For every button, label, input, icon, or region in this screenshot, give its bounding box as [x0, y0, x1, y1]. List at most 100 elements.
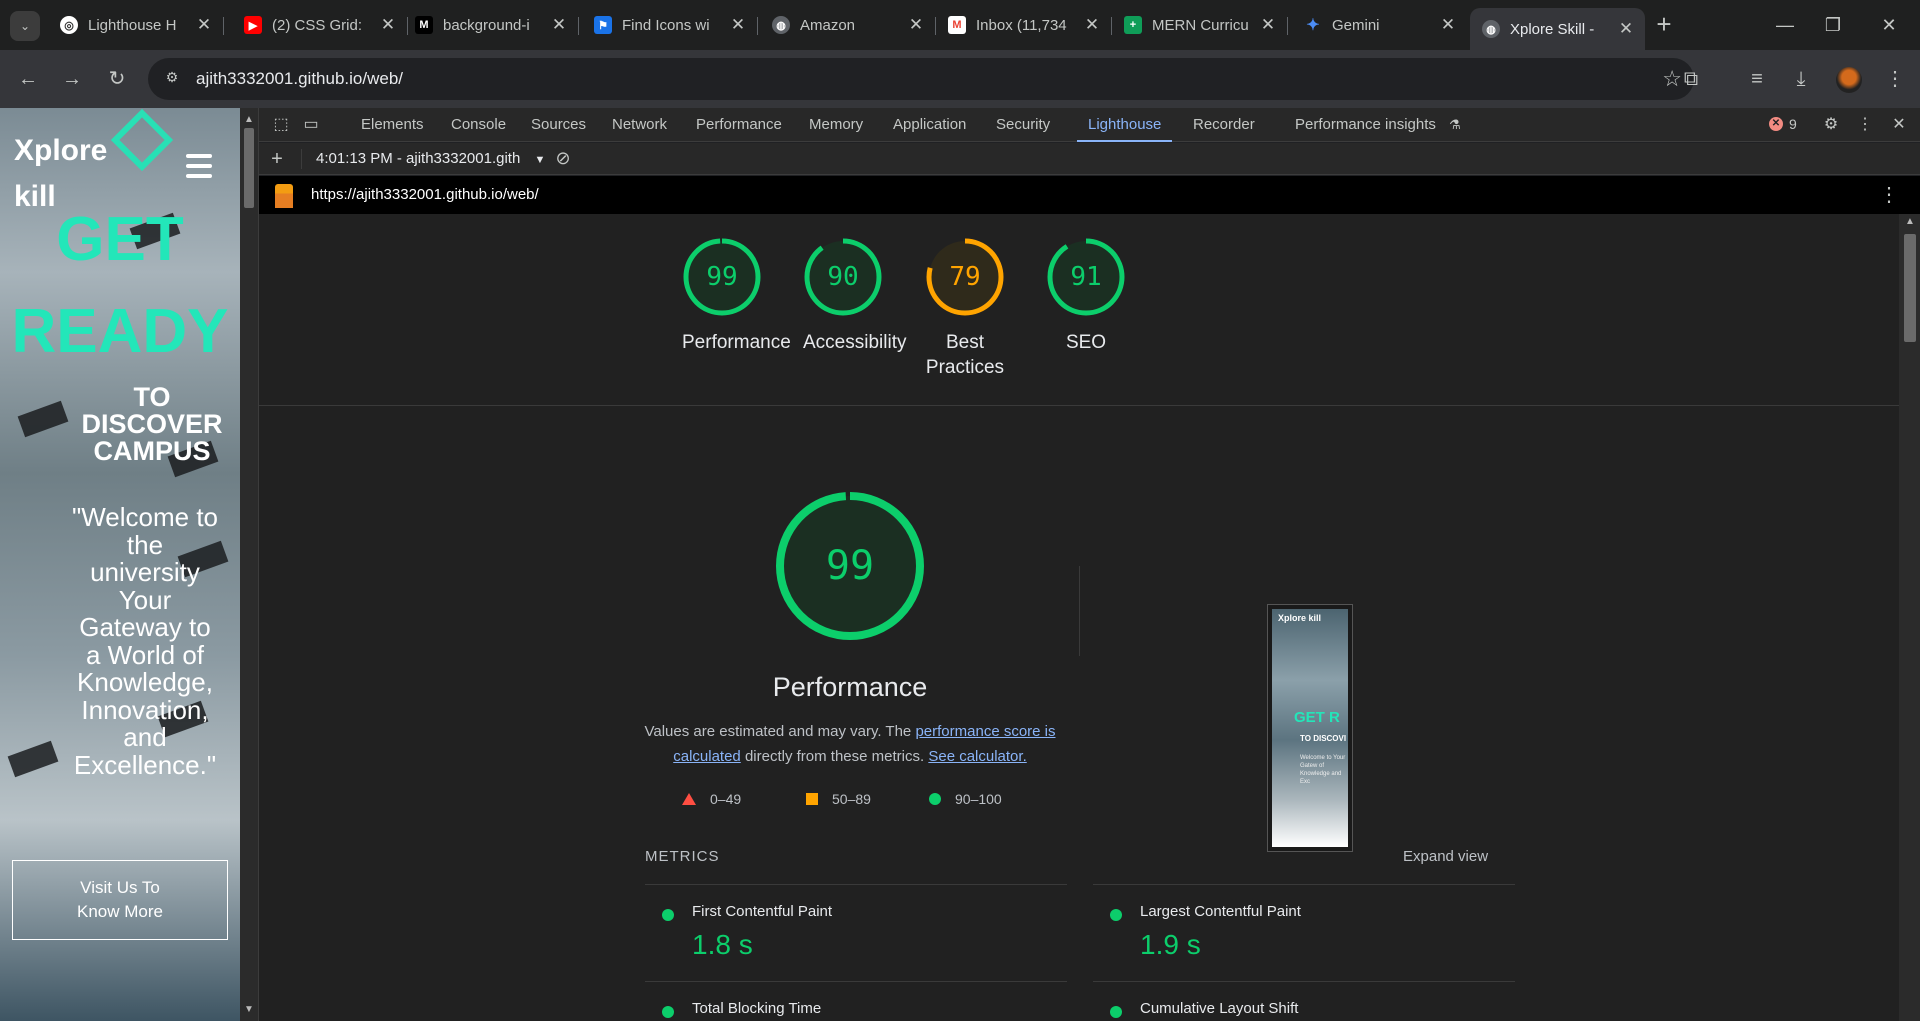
legend-average: 50–89 [806, 791, 871, 807]
report-url[interactable]: https://ajith3332001.github.io/web/ [311, 186, 539, 203]
restore-icon[interactable]: ❐ [1810, 10, 1856, 40]
url-text[interactable]: ajith3332001.github.io/web/ [196, 69, 403, 89]
performance-gauge: 99 [774, 490, 926, 642]
browser-tab[interactable]: ◎ Lighthouse H ✕ [48, 8, 224, 42]
close-icon[interactable]: ✕ [379, 15, 397, 35]
download-icon[interactable]: ⤓ [1786, 64, 1816, 94]
visit-us-button[interactable]: Visit Us To Know More [12, 860, 228, 940]
lighthouse-icon: ◎ [60, 16, 78, 34]
tab-elements[interactable]: Elements [360, 108, 425, 142]
address-bar[interactable]: ⚙ ajith3332001.github.io/web/ ☆ [148, 58, 1694, 100]
browser-tab[interactable]: ▶ (2) CSS Grid: ✕ [232, 8, 408, 42]
tab-performance[interactable]: Performance [695, 108, 783, 142]
tab-security[interactable]: Security [995, 108, 1051, 142]
lighthouse-logo-icon [275, 184, 293, 208]
gauge-ring: 99 [681, 236, 763, 318]
dropdown-arrow-icon: ▼ [534, 154, 546, 166]
new-report-icon[interactable]: + [267, 149, 287, 169]
error-count-badge[interactable]: ✕ 9 [1769, 116, 1797, 132]
error-icon: ✕ [1769, 117, 1783, 131]
new-tab-button[interactable]: + [1651, 11, 1677, 38]
hero-quote: "Welcome to the university Your Gateway … [71, 502, 219, 780]
close-icon[interactable]: ✕ [1083, 15, 1101, 35]
hero-subheading: TO DISCOVER CAMPUS [81, 382, 223, 466]
browser-tab[interactable]: ⚑ Find Icons wi ✕ [582, 8, 758, 42]
sheets-icon: + [1124, 16, 1142, 34]
tab-lighthouse[interactable]: Lighthouse [1077, 108, 1173, 142]
kebab-menu-icon[interactable]: ⋮ [1855, 115, 1875, 135]
back-icon[interactable]: ← [13, 64, 43, 94]
minimize-icon[interactable]: — [1762, 10, 1808, 40]
scroll-down-icon[interactable]: ▼ [244, 1004, 254, 1015]
tab-console[interactable]: Console [450, 108, 507, 142]
gauge-score: 79 [949, 262, 981, 292]
avatar[interactable] [1836, 67, 1862, 93]
close-icon[interactable]: ✕ [195, 15, 213, 35]
final-screenshot-thumbnail[interactable]: Xplore kill GET R TO DISCOVI Welcome to … [1267, 604, 1353, 852]
logo-mark-icon [110, 108, 174, 172]
score-gauge-accessibility[interactable]: 90 Accessibility [783, 236, 907, 355]
see-calculator-link[interactable]: See calculator. [928, 748, 1026, 765]
browser-tab[interactable]: ✦ Gemini ✕ [1292, 8, 1467, 42]
lighthouse-report: 99 Performance 90 Accessibility 79 Best Pract… [259, 214, 1899, 1021]
clear-report-icon[interactable]: ⊘ [553, 148, 573, 168]
close-icon[interactable]: ✕ [1617, 19, 1635, 39]
close-icon[interactable]: ✕ [1259, 15, 1277, 35]
tab-search-button[interactable]: ⌄ [10, 11, 40, 41]
score-gauge-seo[interactable]: 91 SEO [1026, 236, 1146, 355]
tab-memory[interactable]: Memory [808, 108, 864, 142]
pass-circle-icon [1110, 909, 1122, 921]
flag-icon: ⚑ [594, 16, 612, 34]
close-icon[interactable]: ✕ [1439, 15, 1457, 35]
settings-gear-icon[interactable]: ⚙ [1821, 115, 1841, 135]
tab-sources[interactable]: Sources [530, 108, 587, 142]
kebab-menu-icon[interactable]: ⋮ [1880, 64, 1910, 94]
gauge-ring: 79 [924, 236, 1006, 318]
hero-heading-line2: READY [11, 297, 229, 366]
gauge-ring: 91 [1045, 236, 1127, 318]
tab-network[interactable]: Network [611, 108, 668, 142]
media-control-icon[interactable]: ≡ [1742, 64, 1772, 94]
globe-icon: ◍ [772, 16, 790, 34]
close-window-icon[interactable]: ✕ [1866, 10, 1912, 40]
device-toolbar-icon[interactable]: ▭ [301, 115, 321, 135]
score-gauge-performance[interactable]: 99 Performance [662, 236, 791, 355]
scroll-up-icon[interactable]: ▲ [1905, 216, 1915, 227]
hero-heading-line1: GET [56, 205, 184, 274]
tab-strip: ⌄ ◎ Lighthouse H ✕ ▶ (2) CSS Grid: ✕ M b… [0, 0, 1920, 50]
browser-toolbar: ← → ↻ ⚙ ajith3332001.github.io/web/ ☆ ⧉ … [0, 50, 1920, 108]
extensions-icon[interactable]: ⧉ [1676, 64, 1706, 94]
close-icon[interactable]: ✕ [550, 15, 568, 35]
pass-circle-icon [1110, 1006, 1122, 1018]
browser-tab[interactable]: ◍ Amazon ✕ [760, 8, 936, 42]
tab-recorder[interactable]: Recorder [1192, 108, 1256, 142]
forward-icon[interactable]: → [57, 64, 87, 94]
site-scrollbar[interactable]: ▲ ▼ [240, 108, 258, 1021]
browser-tab[interactable]: M background-i ✕ [403, 8, 579, 42]
scroll-up-icon[interactable]: ▲ [244, 114, 254, 125]
score-gauge-best-practices[interactable]: 79 Best Practices [905, 236, 1025, 380]
close-icon[interactable]: ✕ [907, 15, 925, 35]
pass-circle-icon [662, 1006, 674, 1018]
browser-tab-active[interactable]: ◍ Xplore Skill - ✕ [1470, 8, 1645, 50]
browser-tab[interactable]: M Inbox (11,734 ✕ [936, 8, 1112, 42]
fail-triangle-icon [682, 793, 696, 805]
gauge-label: Accessibility [803, 332, 907, 353]
tab-application[interactable]: Application [892, 108, 967, 142]
metrics-header: METRICS [645, 848, 720, 865]
report-menu-icon[interactable]: ⋮ [1879, 182, 1899, 207]
flask-icon: ⚗ [1449, 117, 1461, 132]
performance-description: Values are estimated and may vary. The p… [644, 723, 1056, 765]
close-devtools-icon[interactable]: ✕ [1889, 115, 1909, 135]
tab-performance-insights[interactable]: Performance insights [1294, 108, 1437, 142]
report-scrollbar[interactable]: ▲ [1899, 214, 1920, 1021]
report-selector[interactable]: 4:01:13 PM - ajith3332001.gith ▼ [316, 150, 545, 167]
hamburger-menu-icon[interactable] [186, 154, 212, 184]
site-info-icon[interactable]: ⚙ [162, 69, 182, 89]
average-square-icon [806, 793, 818, 805]
inspect-element-icon[interactable]: ⬚ [271, 115, 291, 135]
expand-view-toggle[interactable]: Expand view [1403, 848, 1488, 865]
reload-icon[interactable]: ↻ [102, 64, 132, 94]
browser-tab[interactable]: + MERN Curricu ✕ [1112, 8, 1288, 42]
close-icon[interactable]: ✕ [729, 15, 747, 35]
